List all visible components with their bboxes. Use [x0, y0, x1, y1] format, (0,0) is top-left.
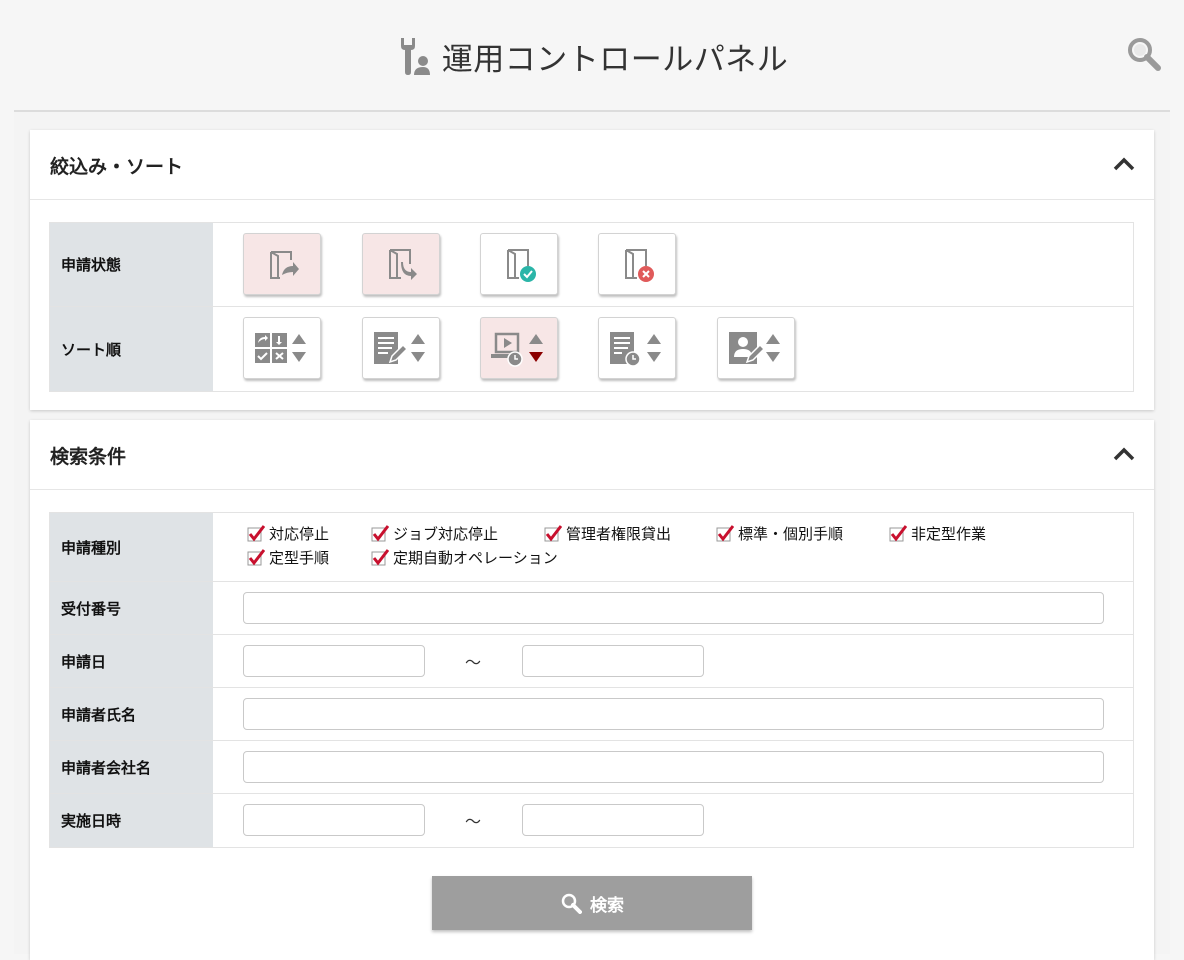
search-conditions-grid: 申請種別 対応停止 ジョブ対応停止 管理者権限貸出 標準・個別手順 非定型作業 …: [49, 512, 1134, 848]
request-type-options: 対応停止 ジョブ対応停止 管理者権限貸出 標準・個別手順 非定型作業 定型手順 …: [213, 513, 1133, 581]
applicant-name-body: [213, 688, 1133, 740]
search-button-label: 検索: [590, 895, 624, 916]
status-buttons: [213, 223, 1133, 306]
status-approved-icon: [507, 249, 536, 282]
status-approved-button[interactable]: [480, 233, 558, 295]
exec-datetime-row: 実施日時 ～: [50, 794, 1133, 847]
checkbox-teiki-auto-op[interactable]: 定期自動オペレーション: [371, 547, 558, 568]
checkbox-label: 標準・個別手順: [738, 525, 844, 543]
applicant-company-input[interactable]: [243, 751, 1104, 783]
receipt-no-body: [213, 582, 1133, 634]
receipt-no-label: 受付番号: [50, 582, 213, 634]
status-submitted-button[interactable]: [243, 233, 321, 295]
sort-label: ソート順: [50, 307, 213, 391]
status-submitted-icon: [270, 251, 299, 279]
checkbox-hyoujun-kobetsu[interactable]: 標準・個別手順: [716, 523, 843, 544]
sort-applicant-edit-icon: [729, 332, 780, 364]
sort-buttons: [213, 307, 1133, 391]
sort-execution-time-icon: [491, 332, 543, 367]
checkbox-label: 定型手順: [269, 549, 330, 567]
search-icon[interactable]: [1126, 36, 1162, 72]
check-icon: [247, 548, 265, 565]
check-icon: [371, 524, 389, 541]
sort-type-button[interactable]: [243, 317, 321, 379]
chevron-up-icon[interactable]: [1112, 444, 1136, 464]
app-header: 運用コントロールパネル: [0, 0, 1184, 112]
status-row: 申請状態: [50, 223, 1133, 307]
checkbox-admin-kengen[interactable]: 管理者権限貸出: [544, 523, 671, 544]
applicant-company-body: [213, 741, 1133, 793]
filter-sort-header[interactable]: 絞込み・ソート: [30, 130, 1154, 200]
datetime-range-separator: ～: [465, 812, 482, 831]
chevron-up-icon[interactable]: [1112, 154, 1136, 174]
checkbox-label: 対応停止: [269, 525, 330, 543]
receipt-no-row: 受付番号: [50, 582, 1133, 635]
status-label: 申請状態: [50, 223, 213, 306]
sort-applicant-edit-button[interactable]: [717, 317, 795, 379]
sort-type-icon: [255, 333, 306, 363]
search-button[interactable]: 検索: [432, 876, 752, 930]
applicant-name-input[interactable]: [243, 698, 1104, 730]
tools-user-icon: [400, 38, 430, 75]
checkbox-teikei-tejun[interactable]: 定型手順: [247, 547, 329, 568]
checkbox-label: 定期自動オペレーション: [393, 549, 558, 567]
checkbox-job-taiou-teishi[interactable]: ジョブ対応停止: [371, 523, 498, 544]
checkbox-label: 非定型作業: [911, 525, 987, 543]
filter-sort-grid: 申請状態 ソート順: [49, 222, 1134, 392]
request-date-row: 申請日 ～: [50, 635, 1133, 688]
sort-row: ソート順: [50, 307, 1133, 391]
sort-document-clock-icon: [610, 332, 661, 367]
request-date-from-input[interactable]: [243, 645, 425, 677]
checkbox-taiou-teishi[interactable]: 対応停止: [247, 523, 329, 544]
sort-document-edit-icon: [374, 332, 425, 364]
request-type-row: 申請種別 対応停止 ジョブ対応停止 管理者権限貸出 標準・個別手順 非定型作業 …: [50, 513, 1133, 582]
filter-sort-panel: 絞込み・ソート 申請状態 ソート順: [30, 130, 1154, 410]
sort-document-edit-button[interactable]: [362, 317, 440, 379]
status-rejected-button[interactable]: [598, 233, 676, 295]
status-rejected-icon: [625, 249, 654, 282]
search-icon: [561, 893, 582, 914]
request-date-label: 申請日: [50, 635, 213, 687]
applicant-company-label: 申請者会社名: [50, 741, 213, 793]
main-content: 絞込み・ソート 申請状態 ソート順 検索条件 申請種別 対応停止 ジョブ対応停止…: [14, 112, 1170, 960]
status-received-icon: [389, 249, 417, 280]
search-conditions-panel: 検索条件 申請種別 対応停止 ジョブ対応停止 管理者権限貸出 標準・個別手順 非…: [30, 420, 1154, 960]
applicant-company-row: 申請者会社名: [50, 741, 1133, 794]
checkbox-hiteikei[interactable]: 非定型作業: [889, 523, 986, 544]
check-icon: [716, 524, 734, 541]
receipt-no-input[interactable]: [243, 592, 1104, 624]
filter-sort-title: 絞込み・ソート: [50, 156, 184, 178]
request-date-to-input[interactable]: [522, 645, 704, 677]
check-icon: [544, 524, 562, 541]
status-received-button[interactable]: [362, 233, 440, 295]
sort-document-clock-button[interactable]: [598, 317, 676, 379]
checkbox-label: ジョブ対応停止: [393, 525, 499, 543]
checkbox-label: 管理者権限貸出: [566, 525, 672, 543]
date-range-separator: ～: [465, 653, 482, 672]
page-title: 運用コントロールパネル: [441, 41, 789, 78]
check-icon: [889, 524, 907, 541]
exec-datetime-to-input[interactable]: [522, 804, 704, 836]
search-conditions-title: 検索条件: [50, 446, 127, 468]
applicant-name-label: 申請者氏名: [50, 688, 213, 740]
sort-execution-time-button[interactable]: [480, 317, 558, 379]
check-icon: [371, 548, 389, 565]
search-conditions-header[interactable]: 検索条件: [30, 420, 1154, 490]
applicant-name-row: 申請者氏名: [50, 688, 1133, 741]
exec-datetime-body: ～: [213, 794, 1133, 847]
page-title-area: 運用コントロールパネル: [0, 34, 1184, 78]
exec-datetime-from-input[interactable]: [243, 804, 425, 836]
request-date-body: ～: [213, 635, 1133, 687]
exec-datetime-label: 実施日時: [50, 794, 213, 847]
check-icon: [247, 524, 265, 541]
request-type-label: 申請種別: [50, 513, 213, 581]
